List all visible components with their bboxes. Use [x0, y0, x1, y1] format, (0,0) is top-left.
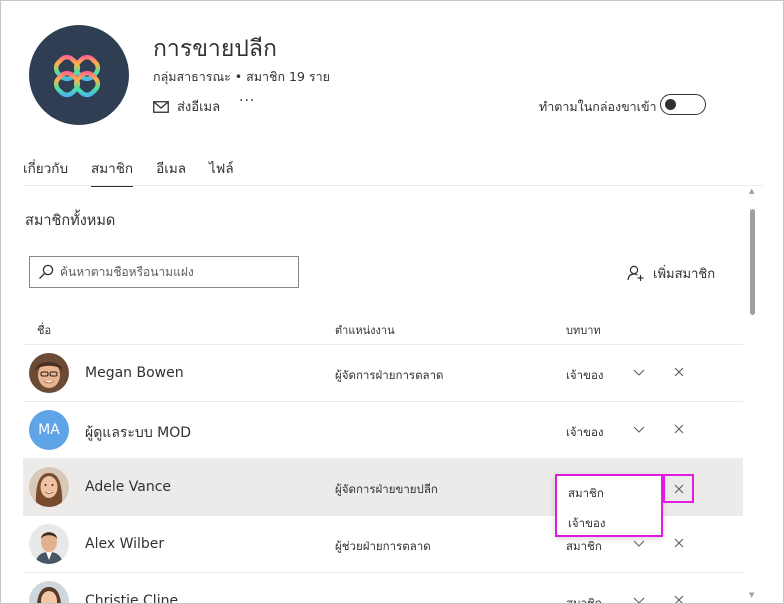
tab-divider — [23, 185, 763, 186]
close-icon[interactable] — [673, 594, 685, 604]
member-job-title: ผู้จัดการฝ่ายขายปลีก — [335, 482, 438, 496]
group-members-page: การขายปลีก กลุ่มสาธารณะ • สมาชิก 19 ราย … — [0, 0, 784, 604]
role-dropdown-menu[interactable]: สมาชิก เจ้าของ — [555, 474, 663, 537]
person-photo-icon — [29, 581, 69, 603]
close-icon[interactable] — [673, 483, 685, 495]
tab-email[interactable]: อีเมล — [156, 157, 186, 187]
add-person-icon — [627, 265, 644, 281]
scroll-down-arrow-icon[interactable]: ▼ — [749, 591, 754, 599]
tab-about[interactable]: เกี่ยวกับ — [23, 157, 68, 187]
person-photo-icon — [29, 353, 69, 393]
tab-files[interactable]: ไฟล์ — [209, 157, 234, 187]
chevron-down-icon[interactable] — [633, 594, 645, 604]
all-members-heading: สมาชิกทั้งหมด — [25, 213, 116, 229]
member-search-box[interactable] — [29, 256, 299, 288]
column-header-name[interactable]: ชื่อ — [37, 321, 51, 339]
member-role: เจ้าของ — [566, 425, 604, 439]
avatar — [29, 353, 69, 393]
send-email-label: ส่งอีเมล — [177, 100, 221, 115]
member-role: สมาชิก — [566, 539, 602, 553]
scroll-up-arrow-icon[interactable]: ▲ — [749, 187, 754, 195]
member-role: เจ้าของ — [566, 368, 604, 382]
chevron-down-icon[interactable] — [633, 537, 645, 549]
member-name[interactable]: Christie Cline — [85, 593, 178, 603]
group-subtitle: กลุ่มสาธารณะ • สมาชิก 19 ราย — [153, 69, 330, 84]
member-name[interactable]: Alex Wilber — [85, 536, 164, 552]
member-name[interactable]: ผู้ดูแลระบบ MOD — [85, 422, 191, 444]
member-name[interactable]: Adele Vance — [85, 479, 171, 495]
column-header-role[interactable]: บทบาท — [566, 321, 601, 339]
chevron-down-icon[interactable] — [633, 423, 645, 435]
person-photo-icon — [29, 467, 69, 507]
person-photo-icon — [29, 524, 69, 564]
avatar — [29, 524, 69, 564]
member-role: สมาชิก — [566, 596, 602, 604]
add-member-button[interactable]: เพิ่มสมาชิก — [627, 263, 715, 284]
follow-in-inbox-label: ทำตามในกล่องขาเข้า — [539, 99, 657, 114]
member-job-title: ผู้ช่วยฝ่ายการตลาด — [335, 539, 431, 553]
mail-icon — [153, 100, 169, 113]
group-logo — [29, 25, 129, 125]
member-job-title: ผู้จัดการฝ่ายการตลาด — [335, 368, 444, 382]
vertical-scrollbar[interactable]: ▲ ▼ — [749, 187, 757, 603]
more-options-button[interactable]: ··· — [239, 93, 255, 109]
close-icon[interactable] — [673, 366, 685, 378]
scroll-thumb[interactable] — [750, 209, 755, 315]
follow-in-inbox-toggle[interactable] — [660, 94, 706, 115]
knot-logo-icon — [53, 54, 101, 98]
member-name[interactable]: Megan Bowen — [85, 365, 184, 381]
group-tabs: เกี่ยวกับ สมาชิก อีเมล ไฟล์ — [23, 157, 257, 187]
close-icon[interactable] — [673, 423, 685, 435]
role-option-member[interactable]: สมาชิก — [568, 485, 604, 503]
group-title: การขายปลีก — [153, 36, 277, 62]
table-row[interactable]: Megan Bowen ผู้จัดการฝ่ายการตลาด เจ้าของ — [23, 345, 743, 402]
toggle-knob — [665, 98, 676, 110]
add-member-label: เพิ่มสมาชิก — [653, 267, 716, 282]
table-row[interactable]: Christie Cline สมาชิก — [23, 573, 743, 604]
tab-members[interactable]: สมาชิก — [91, 157, 134, 187]
close-icon[interactable] — [673, 537, 685, 549]
remove-member-highlight[interactable] — [663, 474, 694, 503]
avatar: MA — [29, 410, 69, 450]
column-header-job-title[interactable]: ตำแหน่งงาน — [335, 321, 395, 339]
role-option-owner[interactable]: เจ้าของ — [568, 515, 606, 533]
chevron-down-icon[interactable] — [633, 366, 645, 378]
avatar — [29, 467, 69, 507]
avatar — [29, 581, 69, 603]
table-row[interactable]: MA ผู้ดูแลระบบ MOD เจ้าของ — [23, 402, 743, 459]
member-search-input[interactable] — [60, 265, 280, 279]
search-icon — [39, 264, 54, 279]
send-email-button[interactable]: ส่งอีเมล — [153, 96, 220, 117]
